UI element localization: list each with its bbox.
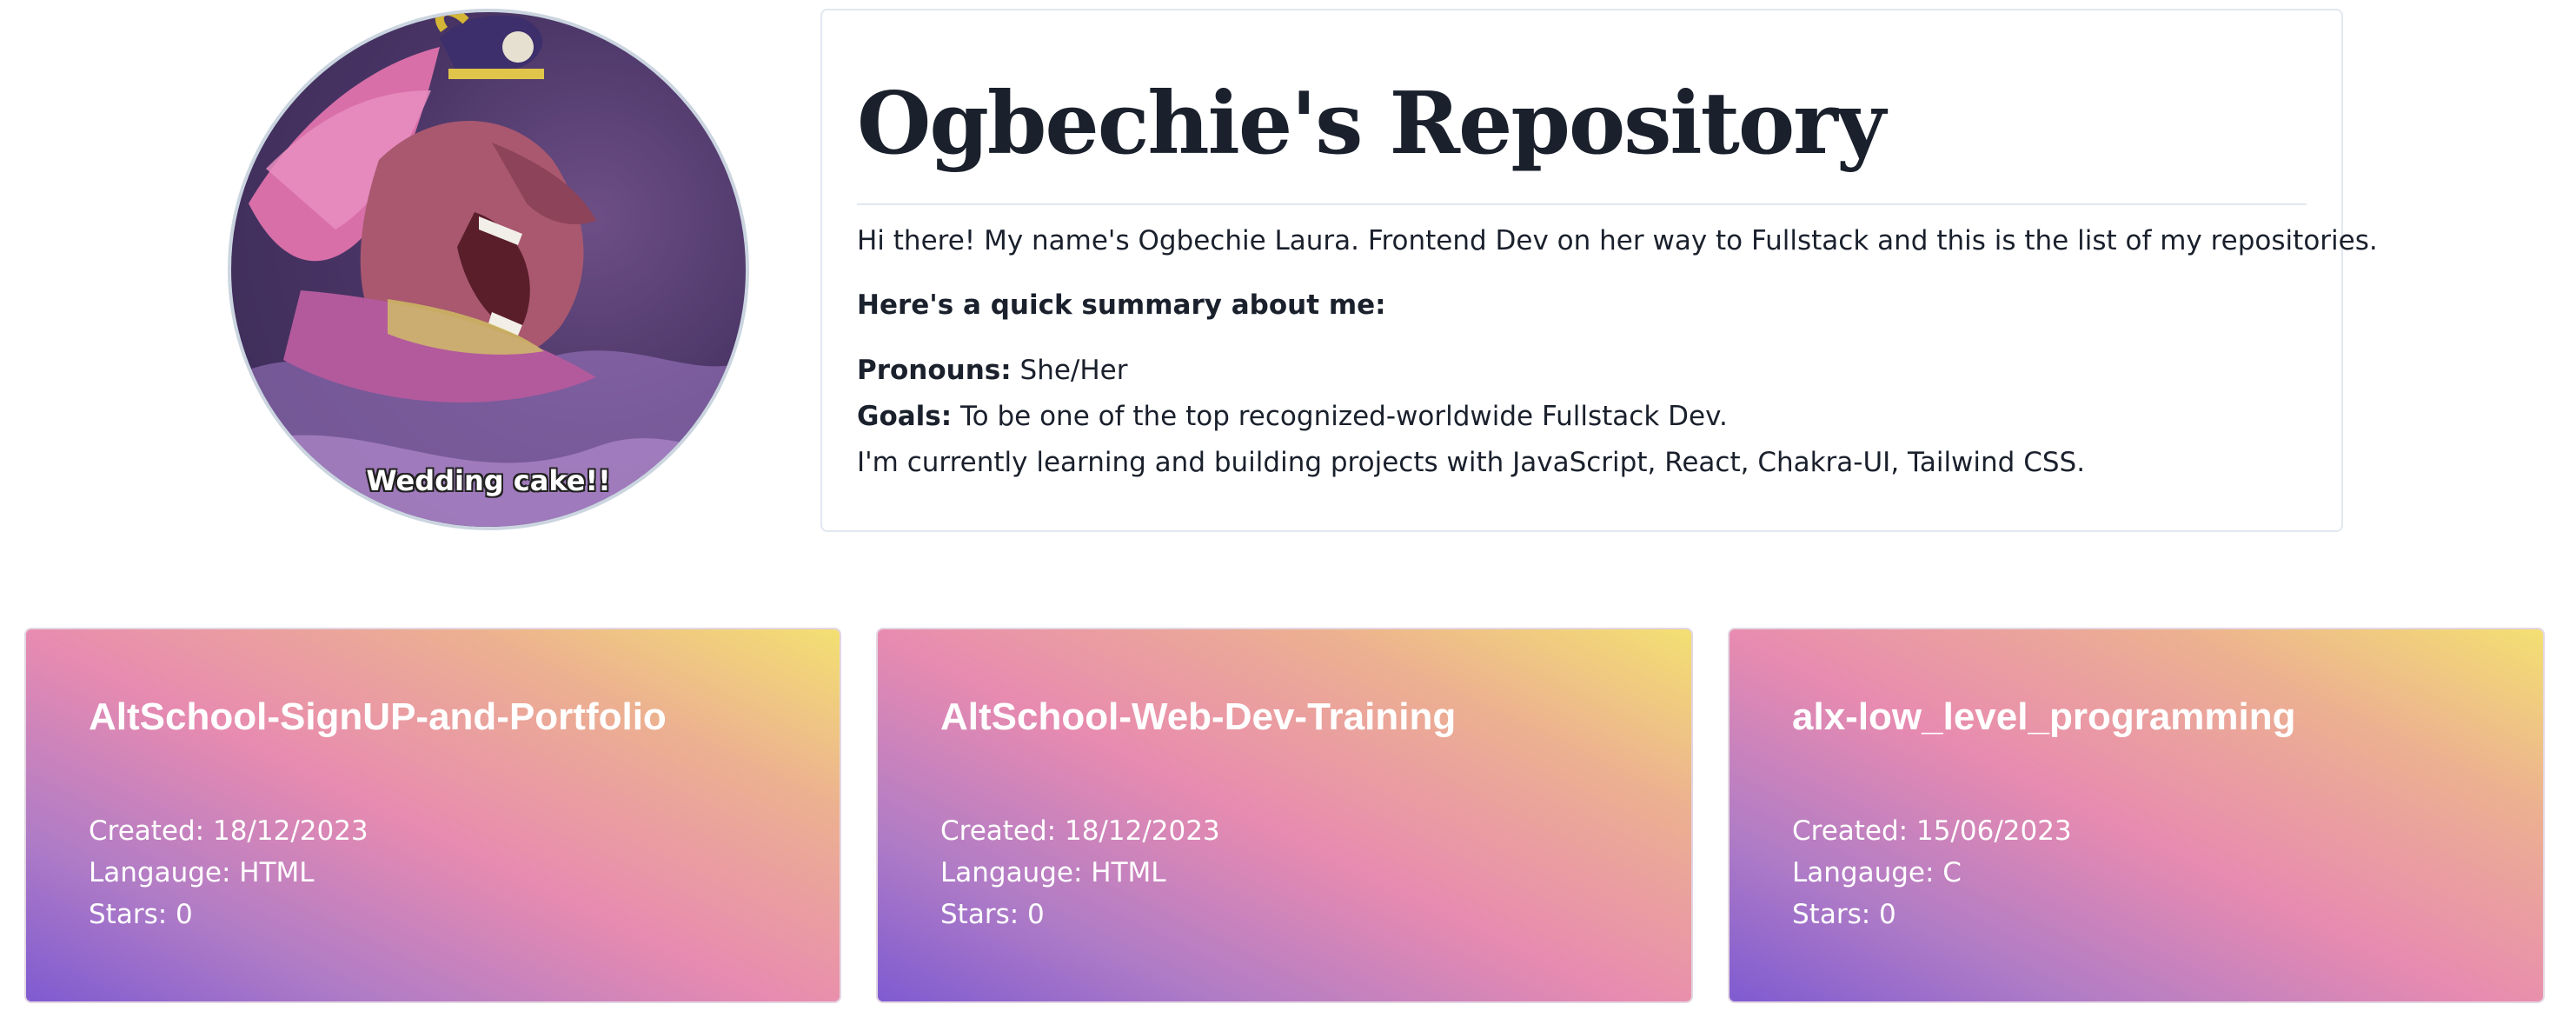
profile-avatar: Wedding cake!! [228, 9, 749, 530]
repo-card[interactable]: alx-low_level_programming Created: 15/06… [1728, 628, 2545, 1003]
avatar-caption: Wedding cake!! [366, 464, 611, 497]
goals-value: To be one of the top recognized-worldwid… [960, 401, 1728, 432]
repo-stars: Stars: 0 [1792, 899, 1896, 930]
pronouns-row: Pronouns: She/Her [857, 355, 1128, 387]
repo-stars: Stars: 0 [89, 899, 193, 930]
summary-heading: Here's a quick summary about me: [857, 289, 1386, 321]
repo-language: Langauge: C [1792, 857, 1962, 888]
repo-created: Created: 18/12/2023 [89, 815, 368, 847]
intro-greeting: Hi there! My name's Ogbechie Laura. Fron… [857, 225, 2378, 256]
repo-language: Langauge: HTML [940, 857, 1166, 888]
page-title: Ogbechie's Repository [857, 74, 1886, 174]
repo-name[interactable]: alx-low_level_programming [1792, 695, 2296, 739]
repo-name[interactable]: AltSchool-SignUP-and-Portfolio [89, 695, 667, 739]
goals-row: Goals: To be one of the top recognized-w… [857, 401, 1728, 433]
pronouns-value: She/Her [1019, 355, 1128, 386]
page: Wedding cake!! Ogbechie's Repository Hi … [0, 0, 2576, 1031]
repo-created: Created: 18/12/2023 [940, 815, 1220, 847]
repo-language: Langauge: HTML [89, 857, 315, 888]
repo-created: Created: 15/06/2023 [1792, 815, 2072, 847]
repo-card[interactable]: AltSchool-SignUP-and-Portfolio Created: … [24, 628, 841, 1003]
repo-stars: Stars: 0 [940, 899, 1045, 930]
intro-card: Ogbechie's Repository Hi there! My name'… [820, 9, 2378, 532]
repo-name[interactable]: AltSchool-Web-Dev-Training [940, 695, 1456, 739]
title-divider [857, 203, 2307, 205]
goals-label: Goals: [857, 401, 953, 432]
pronouns-label: Pronouns: [857, 355, 1012, 386]
avatar-illustration [231, 12, 746, 527]
repo-card[interactable]: AltSchool-Web-Dev-Training Created: 18/1… [876, 628, 1693, 1003]
learning-text: I'm currently learning and building proj… [857, 447, 2086, 478]
